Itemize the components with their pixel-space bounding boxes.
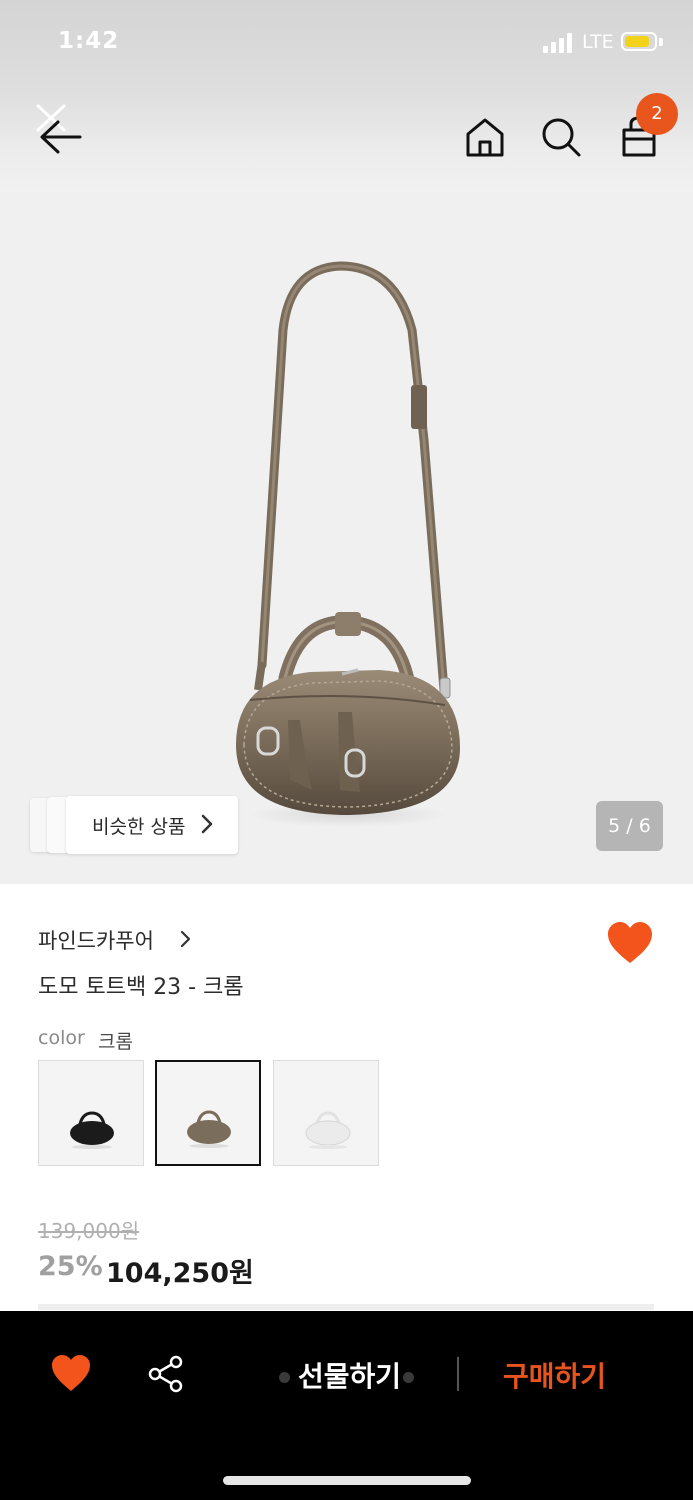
wishlist-heart-icon[interactable]: [50, 1353, 92, 1393]
signal-icon: [543, 33, 572, 53]
chevron-right-icon: [201, 814, 213, 834]
battery-icon: [621, 32, 657, 51]
bag-thumbnail-white: [305, 1111, 351, 1149]
loading-dot: [279, 1372, 290, 1383]
buy-button-label: 구매하기: [503, 1360, 607, 1393]
product-image-gallery[interactable]: [0, 192, 693, 884]
bag-thumbnail-black: [70, 1111, 114, 1149]
color-label: color: [38, 1027, 85, 1049]
home-button[interactable]: [462, 114, 508, 160]
loading-dot: [403, 1372, 414, 1383]
chevron-right-icon: [180, 930, 191, 948]
similar-products-label: 비슷한 상품: [92, 816, 186, 838]
product-image: [236, 261, 460, 827]
discount-rate: 25%: [38, 1251, 103, 1282]
color-swatch-black[interactable]: [38, 1060, 144, 1166]
section-divider: [38, 1304, 654, 1310]
search-icon: [542, 118, 581, 157]
sale-price: 104,250원: [106, 1258, 254, 1289]
wishlist-heart-icon[interactable]: [606, 920, 654, 966]
search-button[interactable]: [538, 114, 584, 160]
original-price: 139,000원: [38, 1219, 140, 1243]
status-time: 1:42: [58, 28, 120, 54]
bag-thumbnail-chrome: [187, 1110, 231, 1148]
color-swatch-white[interactable]: [273, 1060, 379, 1166]
image-page-indicator: 5 / 6: [596, 801, 663, 851]
home-icon: [466, 118, 504, 157]
battery-tip: [659, 38, 663, 46]
home-indicator[interactable]: [223, 1476, 471, 1485]
network-label: LTE: [582, 31, 614, 53]
back-button[interactable]: [30, 100, 86, 156]
color-swatch-chrome[interactable]: [155, 1060, 261, 1166]
share-icon[interactable]: [146, 1354, 186, 1394]
back-arrow-icon: [36, 104, 82, 154]
selected-color-value: 크롬: [98, 1031, 133, 1053]
gift-button-label: 선물하기: [298, 1360, 402, 1393]
nav-bar: [0, 90, 693, 192]
product-title: 도모 토트백 23 - 크롬: [38, 975, 244, 1000]
button-separator: [457, 1357, 459, 1391]
cart-count-badge: 2: [636, 93, 678, 135]
brand-link[interactable]: 파인드카푸어: [38, 925, 154, 955]
